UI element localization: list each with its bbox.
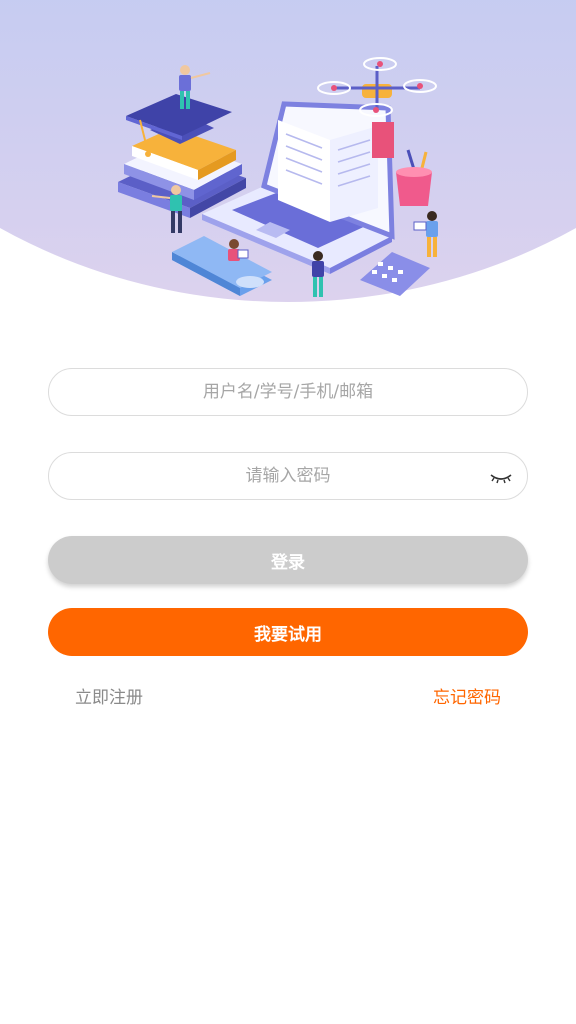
person-sitting-icon: [228, 239, 249, 261]
trial-button-label: 我要试用: [254, 624, 322, 645]
login-button-label: 登录: [271, 552, 305, 573]
password-input[interactable]: [98, 466, 478, 486]
pencil-cup-icon: [396, 149, 432, 206]
username-field[interactable]: [48, 368, 528, 416]
username-input[interactable]: [98, 382, 478, 402]
usb-drive-icon: [172, 236, 272, 296]
person-center-icon: [312, 251, 324, 297]
password-field[interactable]: [48, 452, 528, 500]
eye-closed-icon[interactable]: [489, 467, 513, 487]
login-button[interactable]: 登录: [48, 536, 528, 584]
hero-banner: [0, 0, 576, 305]
education-illustration: [118, 57, 438, 297]
calculator-icon: [360, 252, 430, 296]
trial-button[interactable]: 我要试用: [48, 608, 528, 656]
person-right-icon: [413, 211, 438, 257]
register-link[interactable]: 立即注册: [75, 683, 143, 708]
forgot-password-link[interactable]: 忘记密码: [433, 683, 501, 708]
